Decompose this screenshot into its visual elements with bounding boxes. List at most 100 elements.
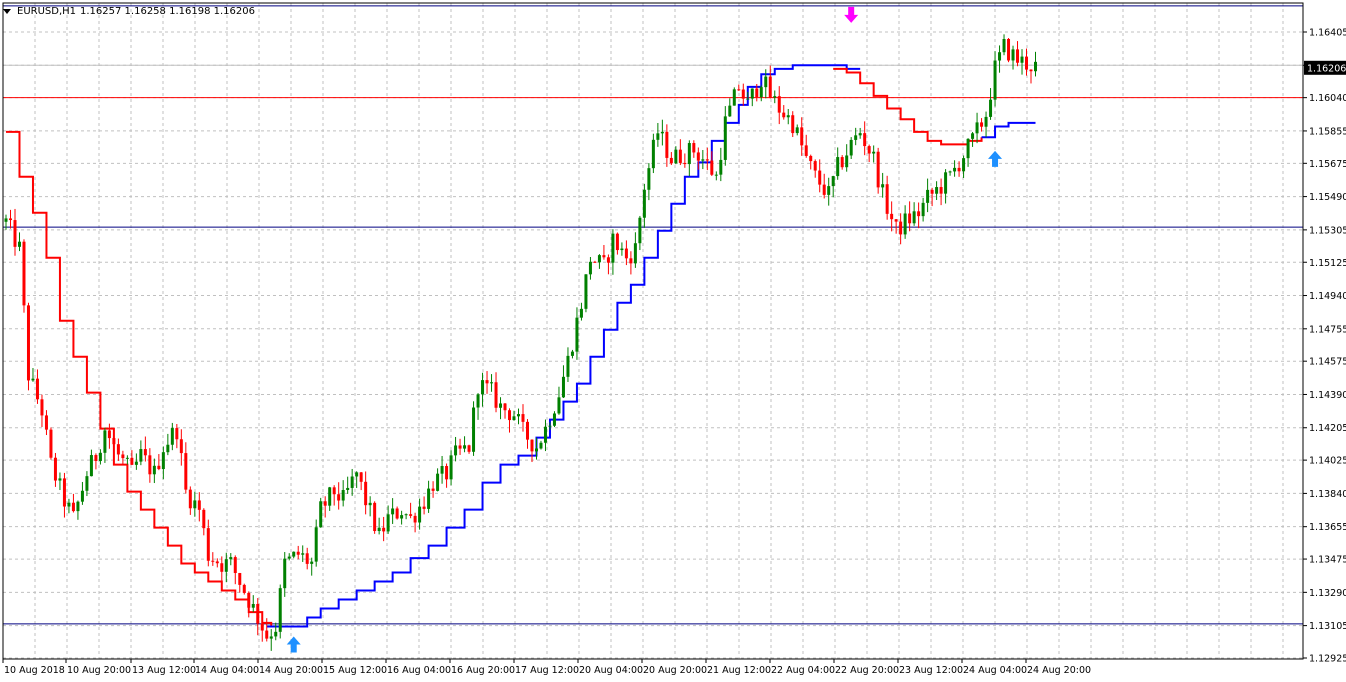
candle-body [584, 274, 588, 309]
x-tick-label: 10 Aug 2018 [4, 665, 65, 676]
candle-body [53, 457, 57, 481]
candle-body [247, 592, 251, 608]
candle-body [310, 561, 314, 564]
x-tick-label: 16 Aug 20:00 [451, 665, 515, 676]
candle-body [795, 127, 799, 134]
candle-body [831, 176, 835, 187]
candle-body [606, 257, 610, 263]
candle-body [786, 115, 790, 118]
chart-header: EURUSD,H1 1.16257 1.16258 1.16198 1.1620… [3, 3, 255, 19]
candle-body [512, 416, 516, 421]
x-tick-label: 22 Aug 20:00 [835, 665, 899, 676]
candle-body [714, 174, 718, 176]
y-tick-label: 1.14025 [1309, 456, 1346, 467]
y-tick-label: 1.14940 [1309, 291, 1346, 302]
candle-body [773, 96, 777, 98]
y-tick-label: 1.15305 [1309, 225, 1346, 236]
candle-body [323, 501, 327, 506]
candle-body [454, 445, 458, 456]
candle-body [400, 515, 404, 519]
y-tick-label: 1.13105 [1309, 621, 1346, 632]
candle-body [103, 430, 107, 453]
candle-body [134, 461, 138, 465]
candle-body [355, 472, 359, 477]
candle-body [737, 89, 741, 91]
candle-body [503, 403, 507, 411]
candle-body [76, 501, 80, 512]
candle-body [161, 452, 165, 470]
candle-body [265, 630, 269, 639]
candle-body [741, 89, 745, 99]
candle-body [800, 127, 804, 146]
candle-body [656, 133, 660, 140]
candle-body [894, 219, 898, 222]
candle-body [759, 87, 763, 98]
candle-body [719, 159, 723, 175]
candle-body [337, 494, 341, 501]
candle-body [777, 96, 781, 113]
candle-body [143, 449, 147, 456]
dropdown-triangle-icon[interactable] [3, 8, 11, 14]
price-chart[interactable]: 1.164051.162201.160401.158551.156751.154… [0, 0, 1346, 682]
y-tick-label: 1.15125 [1309, 258, 1346, 269]
candle-body [732, 89, 736, 106]
x-tick-label: 20 Aug 20:00 [643, 665, 707, 676]
candle-body [642, 189, 646, 218]
candle-body [431, 488, 435, 491]
candle-body [552, 413, 556, 426]
y-tick-label: 1.14390 [1309, 390, 1346, 401]
candle-body [449, 455, 453, 480]
candle-body [242, 584, 246, 593]
candle-body [899, 221, 903, 235]
candle-body [89, 455, 93, 477]
candle-body [984, 116, 988, 127]
candle-body [588, 261, 592, 275]
candle-body [1007, 38, 1011, 61]
x-tick-label: 24 Aug 04:00 [963, 665, 1027, 676]
x-tick-label: 10 Aug 20:00 [67, 665, 131, 676]
candle-body [845, 155, 849, 168]
ohlc-label: 1.16257 1.16258 1.16198 1.16206 [80, 5, 255, 17]
candle-body [377, 527, 381, 532]
candle-body [278, 588, 282, 632]
candle-body [530, 439, 534, 452]
candle-body [17, 241, 21, 247]
candle-body [26, 305, 30, 381]
candle-body [692, 143, 696, 153]
x-tick-label: 23 Aug 12:00 [899, 665, 963, 676]
y-tick-label: 1.15490 [1309, 192, 1346, 203]
candle-body [687, 143, 691, 165]
candle-body [328, 487, 332, 506]
candle-body [391, 508, 395, 515]
candle-body [494, 382, 498, 408]
candle-body [206, 528, 210, 561]
chart-background [0, 0, 1346, 682]
candle-body [570, 351, 574, 356]
candle-body [620, 248, 624, 251]
x-tick-label: 22 Aug 04:00 [771, 665, 835, 676]
candle-body [881, 184, 885, 188]
candle-body [359, 472, 363, 482]
candle-body [638, 217, 642, 244]
candle-body [427, 488, 431, 509]
candle-body [238, 573, 242, 585]
candle-body [296, 551, 300, 555]
candle-body [885, 184, 889, 214]
candle-body [202, 509, 206, 529]
x-tick-label: 20 Aug 04:00 [579, 665, 643, 676]
candle-body [436, 473, 440, 491]
candle-body [962, 158, 966, 172]
candle-body [404, 514, 408, 516]
candle-body [467, 445, 471, 452]
candle-body [22, 241, 26, 306]
x-tick-label: 21 Aug 12:00 [707, 665, 771, 676]
candle-body [998, 52, 1002, 61]
candle-body [669, 157, 673, 164]
candle-body [490, 382, 494, 384]
candle-body [948, 171, 952, 173]
candle-body [49, 429, 53, 458]
candle-body [908, 213, 912, 224]
candle-body [215, 561, 219, 564]
candle-body [274, 631, 278, 637]
candle-body [319, 501, 323, 528]
